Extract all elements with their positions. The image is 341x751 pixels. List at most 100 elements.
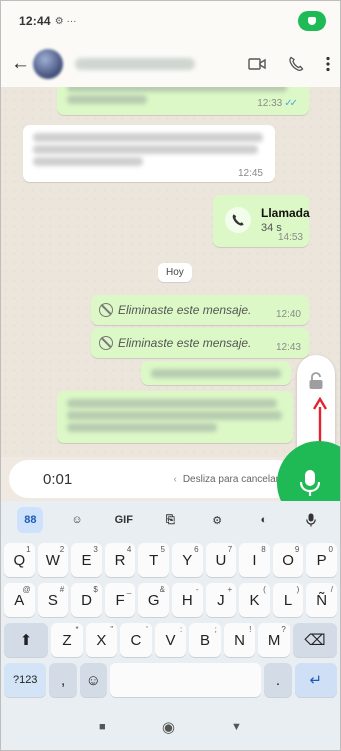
key-label: Z [62,631,72,649]
key-label: U [215,551,227,569]
message-outgoing-blurred[interactable] [141,361,291,385]
key-secondary: ( [263,585,266,594]
key-u[interactable]: U7 [205,543,237,577]
message-time: 12:40 [275,309,301,320]
key-row-4: ?123 , ☺ . ↵ [1,663,340,697]
gif-button[interactable]: GIF [111,507,137,533]
call-message[interactable]: Llamada 34 s 14:53 [213,195,310,247]
key-a[interactable]: A @ [4,583,35,617]
more-options-icon[interactable] [326,56,330,72]
status-bar: 12:44 ⚙ ··· [1,1,340,41]
key-label: D [81,591,92,609]
key-ñ[interactable]: Ñ / [306,583,337,617]
recents-button[interactable]: ■ [99,721,106,733]
deleted-message[interactable]: Eliminaste este mensaje. 12:43 [91,328,309,358]
backspace-key[interactable]: ⌫ [292,623,337,657]
message-outgoing-blurred[interactable]: 12:33 ✓✓ [57,87,309,115]
deleted-message[interactable]: Eliminaste este mensaje. 12:40 [91,295,309,325]
key-g[interactable]: G & [138,583,169,617]
key-label: M [267,631,281,649]
key-c[interactable]: C ' [120,623,152,657]
key-i[interactable]: I8 [239,543,270,577]
key-v[interactable]: V: [154,623,187,657]
key-d[interactable]: D $ [71,583,102,617]
status-time: 12:44 [19,14,51,28]
key-label: K [249,591,260,609]
key-secondary: / [330,585,333,594]
apps-grid-icon[interactable]: 88 [17,507,44,533]
key-secondary: 5 [160,545,165,554]
message-incoming-blurred[interactable]: 12:45 [23,125,275,182]
symbols-key[interactable]: ?123 [4,663,47,697]
key-b[interactable]: B; [189,623,221,657]
slide-to-cancel[interactable]: ‹ Desliza para cancelar [173,474,279,485]
message-outgoing-blurred[interactable] [57,391,293,443]
key-t[interactable]: T5 [138,543,169,577]
contact-name-blurred[interactable] [75,58,195,70]
space-key[interactable] [109,663,262,697]
key-o[interactable]: O9 [272,543,304,577]
key-label: A [14,591,25,609]
key-m[interactable]: M? [258,623,290,657]
key-label: N [234,631,245,649]
key-secondary: " [110,625,114,634]
deleted-icon [99,336,113,350]
enter-key[interactable]: ↵ [294,663,337,697]
key-r[interactable]: R4 [104,543,136,577]
key-label: X [96,631,107,649]
key-x[interactable]: X " [85,623,118,657]
settings-gear-icon[interactable]: ⚙ [204,507,230,533]
key-secondary: + [227,585,233,594]
emoji-key[interactable]: ☺ [79,663,107,697]
key-label: S [47,591,58,609]
slide-to-cancel-label: Desliza para cancelar [182,473,279,485]
call-icon [225,207,251,233]
key-secondary: - [195,585,199,594]
back-button[interactable]: ▼ [231,721,242,733]
key-secondary: : [180,625,183,634]
clipboard-icon[interactable]: ⎘ [157,507,183,533]
shift-key[interactable]: ⬆ [4,623,49,657]
key-label: J [217,591,225,609]
key-label: G [147,591,160,609]
key-n[interactable]: N! [223,623,256,657]
key-label: H [181,591,193,609]
key-secondary: _ [126,585,132,594]
key-w[interactable]: W2 [37,543,69,577]
video-call-icon[interactable] [248,57,266,71]
key-y[interactable]: Y6 [171,543,203,577]
key-q[interactable]: Q1 [4,543,35,577]
sticker-icon[interactable]: ☺ [64,507,90,533]
key-j[interactable]: J + [205,583,237,617]
recording-timer: 0:01 [43,470,73,488]
theme-palette-icon[interactable]: ◐ [251,507,277,533]
key-secondary: 7 [227,545,233,554]
key-label: Q [13,551,26,569]
key-p[interactable]: P0 [306,543,337,577]
call-title: Llamada [261,206,310,220]
key-e[interactable]: E3 [71,543,102,577]
phone-call-icon[interactable] [288,56,304,72]
key-k[interactable]: K( [239,583,270,617]
comma-key[interactable]: , [49,663,77,697]
key-label: C [130,631,142,649]
key-secondary: 8 [261,545,266,554]
period-key[interactable]: . [264,663,292,697]
key-l[interactable]: L) [272,583,304,617]
key-z[interactable]: Z * [51,623,83,657]
message-time: 12:43 [275,342,301,353]
avatar[interactable] [33,49,63,79]
key-secondary: @ [22,585,31,594]
back-arrow-icon[interactable]: ← [11,53,30,75]
home-button[interactable]: ◉ [162,718,175,736]
key-secondary: 9 [294,545,300,554]
deleted-message-text: Eliminaste este mensaje. [118,303,252,317]
key-secondary: ' [146,625,148,634]
key-h[interactable]: H- [171,583,203,617]
key-row-2: A @ S # D $ F _ G & H - J + K(L) Ñ / [1,583,340,617]
key-f[interactable]: F _ [104,583,136,617]
key-secondary: $ [93,585,98,594]
voice-input-mic-icon[interactable] [298,507,324,533]
key-label: Y [182,551,193,569]
key-s[interactable]: S # [37,583,69,617]
